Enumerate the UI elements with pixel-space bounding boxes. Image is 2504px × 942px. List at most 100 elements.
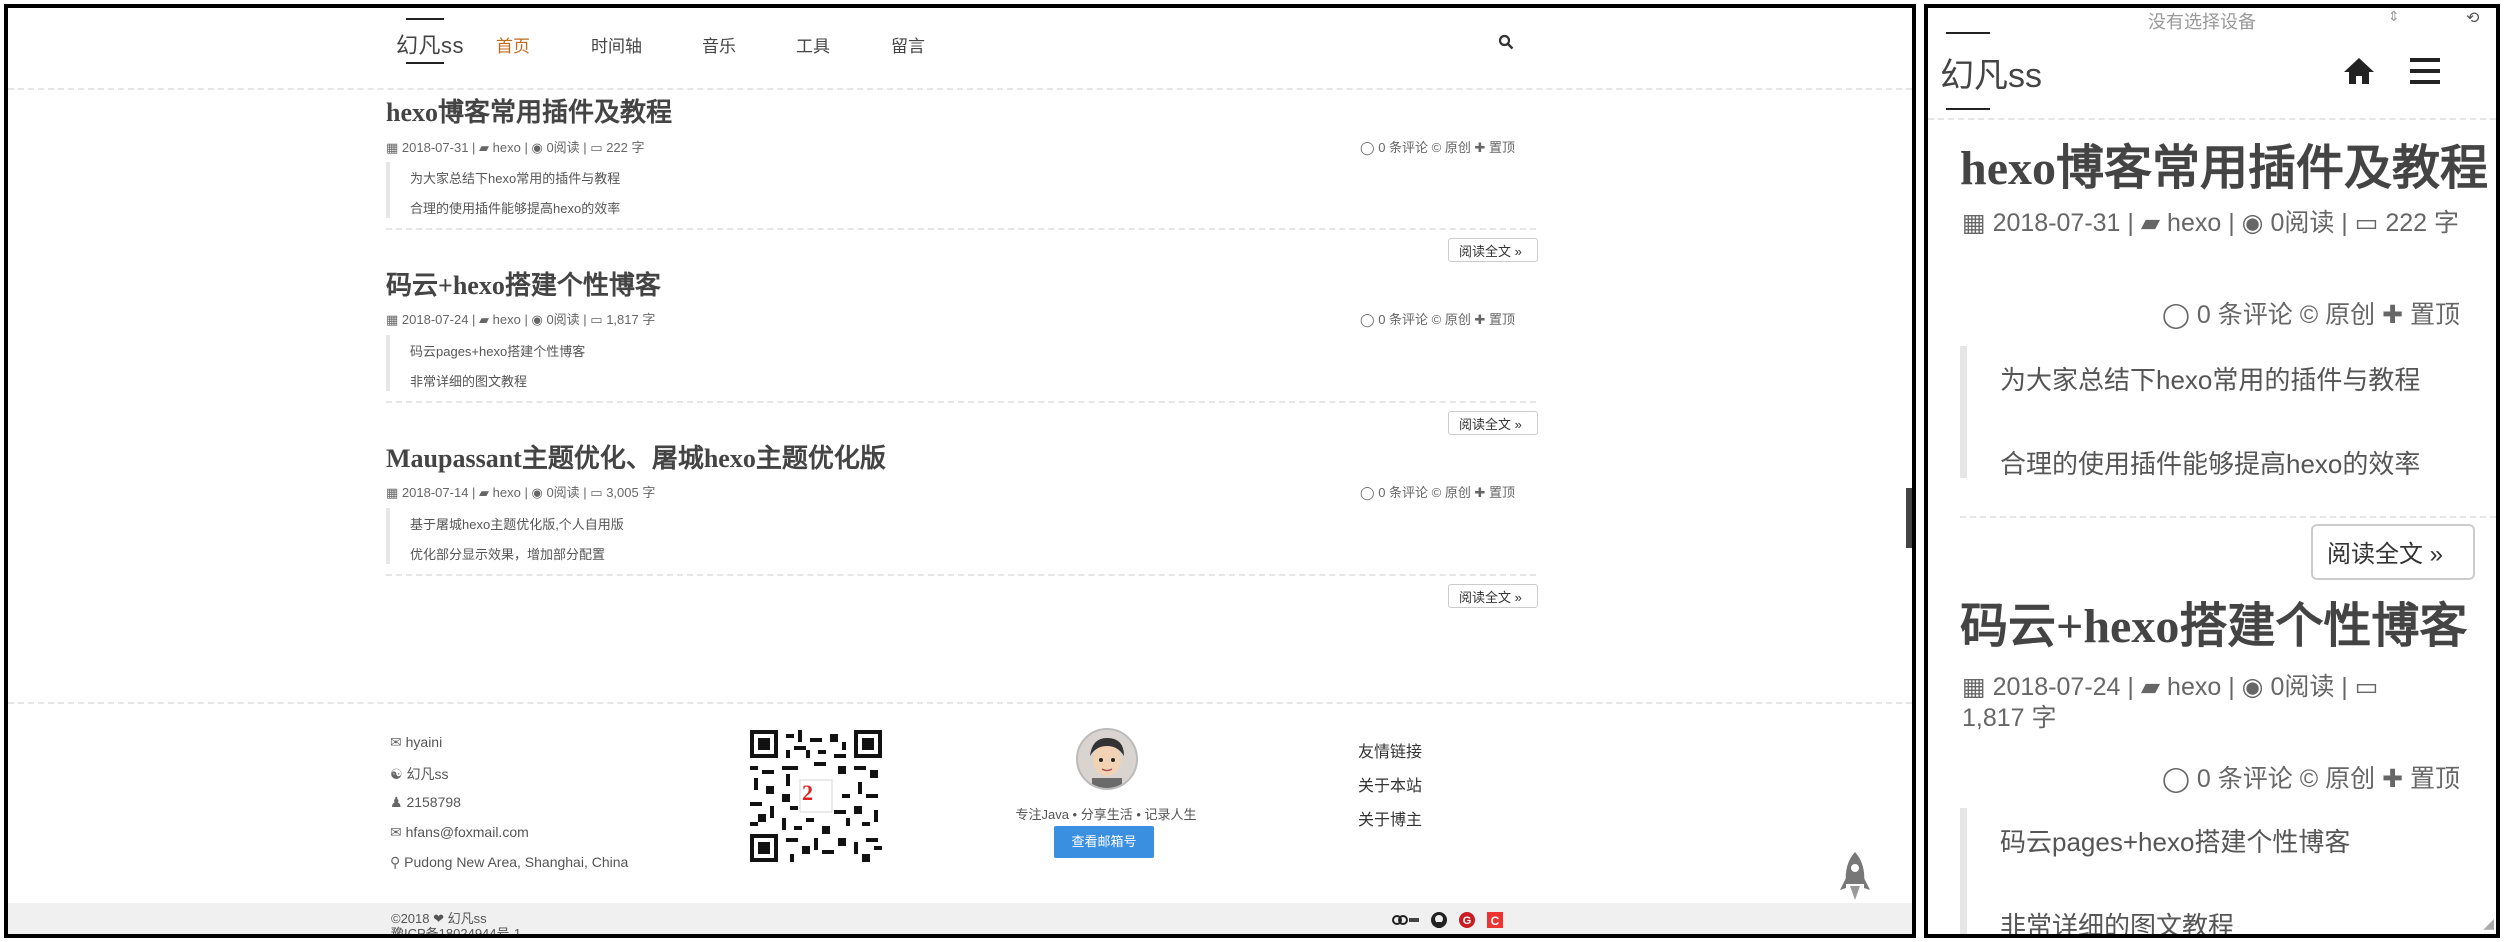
icp-number[interactable]: 豫ICP备18024944号-1: [391, 923, 521, 934]
keyboard-icon: ▭: [2354, 209, 2379, 237]
comment-icon: ◯: [1360, 140, 1375, 155]
post-comments[interactable]: 0 条评论: [1378, 312, 1428, 327]
csdn-icon[interactable]: C: [1486, 911, 1504, 934]
contact-weibo: ☯ 幻凡ss: [390, 764, 448, 784]
gitee-icon[interactable]: G: [1458, 911, 1476, 934]
keyboard-icon: ▭: [590, 485, 603, 500]
post-category[interactable]: hexo: [2167, 209, 2221, 237]
pin-icon: ✚: [2382, 301, 2404, 329]
scroll-handle[interactable]: [1906, 488, 1912, 548]
post-pinned: 置顶: [1489, 312, 1516, 327]
panel-divider: [1916, 0, 1924, 942]
folder-icon: ▰: [479, 485, 490, 500]
mail-icon: ✉: [390, 824, 402, 840]
post-original: 原创: [1444, 312, 1471, 327]
post-comments[interactable]: 0 条评论: [2197, 301, 2293, 329]
post-category[interactable]: hexo: [493, 485, 521, 500]
rocket-icon[interactable]: [1840, 850, 1870, 907]
footer-divider: [8, 702, 1912, 704]
post-flags: ◯ 0 条评论 © 原创 ✚ 置顶: [1360, 309, 1515, 328]
device-selector[interactable]: 没有选择设备: [2148, 8, 2256, 34]
post-divider: [1960, 516, 2496, 518]
post-excerpt: 为大家总结下hexo常用的插件与教程 合理的使用插件能够提高hexo的效率: [386, 162, 620, 218]
search-icon[interactable]: [1498, 34, 1514, 55]
contact-text: 2158798: [406, 794, 461, 810]
avatar[interactable]: [1076, 728, 1138, 790]
folder-icon: ▰: [479, 140, 490, 155]
post-meta: ▦ 2018-07-24 | ▰ hexo | ◉ 0阅读 | ▭ 1,817 …: [386, 312, 656, 327]
post-comments[interactable]: 0 条评论: [1378, 485, 1428, 500]
post-date: 2018-07-24: [401, 312, 469, 327]
post-date: 2018-07-31: [401, 140, 469, 155]
post-title[interactable]: 码云+hexo搭建个性博客: [1960, 586, 2467, 656]
post-date: 2018-07-31: [1992, 209, 2121, 237]
folder-icon: ▰: [2140, 209, 2161, 237]
eye-icon: ◉: [531, 312, 543, 327]
weibo-icon: ☯: [390, 766, 403, 782]
keyboard-icon: ▭: [590, 140, 603, 155]
calendar-icon: ▦: [1962, 673, 1986, 701]
contact-text[interactable]: hfans@foxmail.com: [406, 824, 529, 840]
folder-icon: ▰: [2140, 673, 2161, 701]
read-more-button[interactable]: 阅读全文 »: [2311, 524, 2475, 580]
nav-item-music[interactable]: 音乐: [702, 32, 736, 57]
eye-icon: ◉: [531, 485, 543, 500]
contact-wechat: ✉ hyaini: [390, 734, 442, 751]
post-title[interactable]: Maupassant主题优化、屠城hexo主题优化版: [386, 438, 886, 475]
post-meta: ▦ 2018-07-31 | ▰ hexo | ◉ 0阅读 | ▭ 222 字: [1962, 209, 2459, 237]
excerpt-line: 优化部分显示效果，增加部分配置: [410, 547, 606, 562]
excerpt-line: 非常详细的图文教程: [410, 374, 528, 389]
comment-icon: ◯: [2161, 301, 2190, 329]
home-icon[interactable]: [2342, 56, 2376, 91]
resize-handle-icon[interactable]: ◢: [2483, 915, 2494, 932]
nav-item-tools[interactable]: 工具: [796, 32, 830, 57]
post-reads: 0阅读: [546, 485, 580, 500]
menu-icon[interactable]: [2410, 58, 2440, 89]
post-comments[interactable]: 0 条评论: [1378, 140, 1428, 155]
excerpt-line: 为大家总结下hexo常用的插件与教程: [2000, 365, 2421, 395]
footer-link-about-author[interactable]: 关于博主: [1358, 806, 1422, 830]
pin-icon: ✚: [1474, 312, 1486, 327]
site-brand[interactable]: 幻凡ss: [396, 28, 464, 60]
post-meta: ▦ 2018-07-31 | ▰ hexo | ◉ 0阅读 | ▭ 222 字: [386, 140, 645, 155]
comment-icon: ◯: [1360, 312, 1375, 327]
post-category[interactable]: hexo: [493, 140, 521, 155]
brand-top-line: [1946, 32, 1990, 34]
post-words: 222 字: [606, 140, 645, 155]
pin-icon: ✚: [1474, 485, 1486, 500]
post-category[interactable]: hexo: [493, 312, 521, 327]
github-icon[interactable]: [1430, 911, 1448, 934]
qq-icon: ♟: [390, 794, 403, 810]
post-comments[interactable]: 0 条评论: [2197, 765, 2293, 793]
rotate-icon[interactable]: ⟲: [2466, 8, 2479, 28]
post-title[interactable]: hexo博客常用插件及教程: [386, 92, 672, 129]
footer-link-friends[interactable]: 友情链接: [1358, 738, 1422, 762]
post-title[interactable]: hexo博客常用插件及教程: [1960, 128, 2488, 198]
site-brand[interactable]: 幻凡ss: [1940, 48, 2042, 97]
read-more-button[interactable]: 阅读全文 »: [1448, 584, 1538, 608]
pin-icon: ✚: [2382, 765, 2404, 793]
read-more-button[interactable]: 阅读全文 »: [1448, 411, 1538, 435]
excerpt-line: 为大家总结下hexo常用的插件与教程: [410, 171, 621, 186]
svg-text:C: C: [1491, 914, 1500, 928]
keyboard-icon: ▭: [2354, 673, 2379, 701]
footer-link-about-site[interactable]: 关于本站: [1358, 772, 1422, 796]
read-more-button[interactable]: 阅读全文 »: [1448, 238, 1538, 262]
hexo-icon[interactable]: [1392, 912, 1420, 933]
view-wechat-button[interactable]: 查看邮箱号: [1054, 826, 1154, 858]
nav-item-timeline[interactable]: 时间轴: [591, 32, 642, 57]
contact-location: ⚲ Pudong New Area, Shanghai, China: [390, 854, 628, 871]
location-icon: ⚲: [390, 854, 401, 870]
calendar-icon: ▦: [386, 312, 399, 327]
nav-item-guestbook[interactable]: 留言: [891, 32, 925, 57]
qr-code: 2: [750, 730, 882, 862]
eye-icon: ◉: [2241, 673, 2264, 701]
post-title[interactable]: 码云+hexo搭建个性博客: [386, 265, 661, 302]
device-dropdown-icon[interactable]: ⇕: [2388, 8, 2400, 25]
post-words: 1,817 字: [1962, 704, 2057, 732]
eye-icon: ◉: [531, 140, 543, 155]
post-category[interactable]: hexo: [2167, 673, 2221, 701]
post-words: 3,005 字: [606, 485, 656, 500]
original-icon: ©: [2299, 765, 2319, 793]
nav-item-home[interactable]: 首页: [496, 32, 530, 57]
